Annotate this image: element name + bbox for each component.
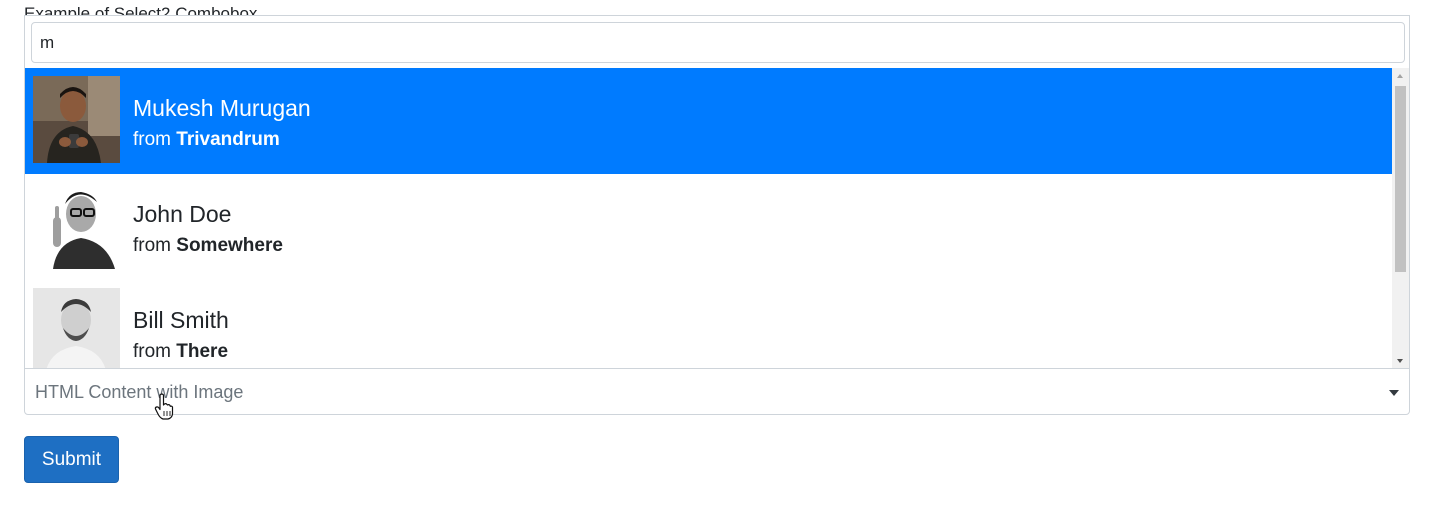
select-combobox[interactable]: HTML Content with Image <box>24 368 1410 415</box>
page: Example of Select2 Combobox m Mukesh Mur… <box>0 0 1435 505</box>
from-prefix: from <box>133 129 171 150</box>
result-from: from Trivandrum <box>133 128 280 152</box>
select-placeholder: HTML Content with Image <box>35 382 244 402</box>
results-scrollbar[interactable] <box>1392 68 1409 369</box>
results-list[interactable]: Mukesh Murugan from Trivandrum John Doe … <box>25 68 1409 369</box>
search-input[interactable] <box>32 23 1404 62</box>
avatar-mukesh-murugan <box>33 76 120 163</box>
submit-button[interactable]: Submit <box>24 436 119 483</box>
result-location: Trivandrum <box>176 129 280 150</box>
result-name: John Doe <box>133 201 232 227</box>
scroll-thumb[interactable] <box>1395 86 1406 272</box>
avatar-john-doe <box>33 182 120 269</box>
result-option-john-doe[interactable]: John Doe from Somewhere <box>25 174 1393 280</box>
result-name: Bill Smith <box>133 307 229 333</box>
hand-pointer-cursor-icon <box>154 393 174 421</box>
avatar-bill-smith <box>33 288 120 369</box>
scroll-down-icon[interactable] <box>1397 359 1403 363</box>
from-prefix: from <box>133 341 171 362</box>
scroll-up-icon[interactable] <box>1397 74 1403 78</box>
result-location: There <box>176 341 229 362</box>
result-option-mukesh-murugan[interactable]: Mukesh Murugan from Trivandrum <box>25 68 1393 174</box>
from-prefix: from <box>133 235 171 256</box>
result-name: Mukesh Murugan <box>133 95 311 121</box>
caret-down-icon[interactable] <box>1389 390 1399 396</box>
select-dropdown: Mukesh Murugan from Trivandrum <box>24 15 1410 369</box>
result-option-bill-smith[interactable]: Bill Smith from There <box>25 280 1393 369</box>
search-field[interactable] <box>31 22 1405 63</box>
result-from: from There <box>133 340 228 364</box>
result-from: from Somewhere <box>133 234 283 258</box>
result-location: Somewhere <box>176 235 283 256</box>
